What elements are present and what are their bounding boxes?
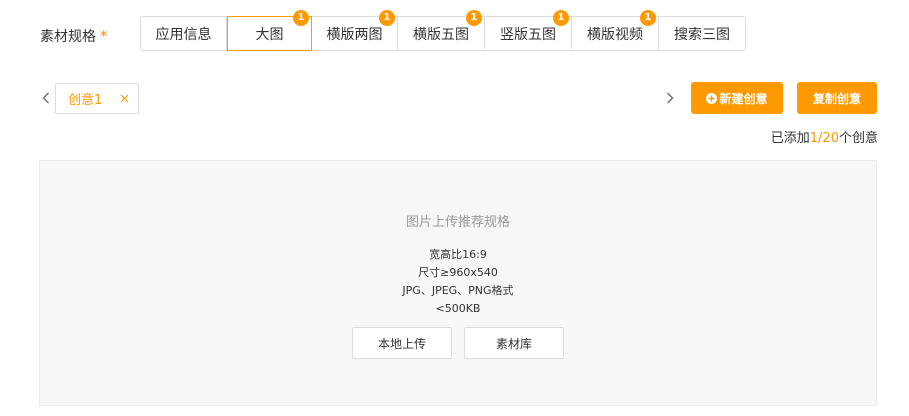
upload-title: 图片上传推荐规格	[405, 215, 510, 230]
spec-tabs: 应用信息 大图 1 横版两图 1 横版五图 1 竖版五图 1 横版视频 1 搜索…	[140, 10, 746, 51]
upload-spec-list: 宽高比16:9 尺寸≥960x540 JPG、JPEG、PNG格式 <500KB	[40, 246, 876, 318]
count-value: 1/20	[809, 131, 839, 146]
creative-tag[interactable]: 创意1	[55, 83, 139, 114]
tab-badge: 1	[379, 10, 395, 26]
tab-label: 大图	[255, 26, 284, 43]
count-suffix: 个创意	[838, 131, 878, 146]
tab-badge: 1	[553, 10, 569, 26]
tab-horizontal-five[interactable]: 横版五图 1	[398, 10, 485, 50]
creative-tag-label: 创意1	[68, 93, 103, 108]
copy-creative-button[interactable]: 复制创意	[797, 82, 877, 114]
copy-creative-label: 复制创意	[812, 91, 861, 106]
tab-label: 横版视频	[587, 26, 643, 43]
spec-aspect-ratio: 宽高比16:9	[429, 248, 487, 261]
spec-label: 素材规格 *	[40, 27, 108, 46]
tab-badge: 1	[466, 10, 482, 26]
chevron-left-icon[interactable]	[39, 90, 53, 106]
tab-badge: 1	[293, 10, 309, 26]
material-library-label: 素材库	[495, 336, 532, 351]
tab-horizontal-two[interactable]: 横版两图 1	[312, 10, 398, 50]
creative-editor: 素材规格 * 应用信息 大图 1 横版两图 1 横版五图 1 竖版五图 1 横版视…	[0, 0, 909, 416]
tab-label: 横版两图	[326, 26, 383, 43]
creative-count: 已添加1/20个创意	[771, 127, 878, 146]
material-library-button[interactable]: 素材库	[464, 327, 564, 359]
spec-file-size: <500KB	[435, 302, 481, 315]
tab-app-info[interactable]: 应用信息	[141, 17, 227, 50]
new-creative-label: 新建创意	[719, 91, 768, 106]
tab-badge: 1	[640, 10, 656, 26]
tab-large-image[interactable]: 大图 1	[227, 10, 312, 51]
chevron-right-icon[interactable]	[663, 90, 677, 106]
tab-search-three[interactable]: 搜索三图	[659, 17, 745, 50]
local-upload-label: 本地上传	[377, 336, 426, 351]
tab-label: 搜索三图	[674, 26, 730, 43]
tab-label: 竖版五图	[500, 26, 556, 43]
upload-panel: 图片上传推荐规格 宽高比16:9 尺寸≥960x540 JPG、JPEG、PNG…	[39, 160, 877, 406]
local-upload-button[interactable]: 本地上传	[352, 327, 452, 359]
spec-format: JPG、JPEG、PNG格式	[402, 284, 514, 297]
close-icon[interactable]	[118, 92, 130, 104]
plus-circle-icon	[706, 92, 718, 104]
tab-label: 应用信息	[155, 26, 212, 43]
required-mark: *	[100, 27, 108, 45]
new-creative-button[interactable]: 新建创意	[691, 82, 783, 114]
count-prefix: 已添加	[770, 131, 810, 146]
spec-size: 尺寸≥960x540	[418, 266, 498, 279]
tab-label: 横版五图	[413, 26, 469, 43]
tab-horizontal-video[interactable]: 横版视频 1	[572, 10, 659, 50]
spec-label-text: 素材规格	[40, 29, 96, 45]
tab-vertical-five[interactable]: 竖版五图 1	[485, 10, 572, 50]
